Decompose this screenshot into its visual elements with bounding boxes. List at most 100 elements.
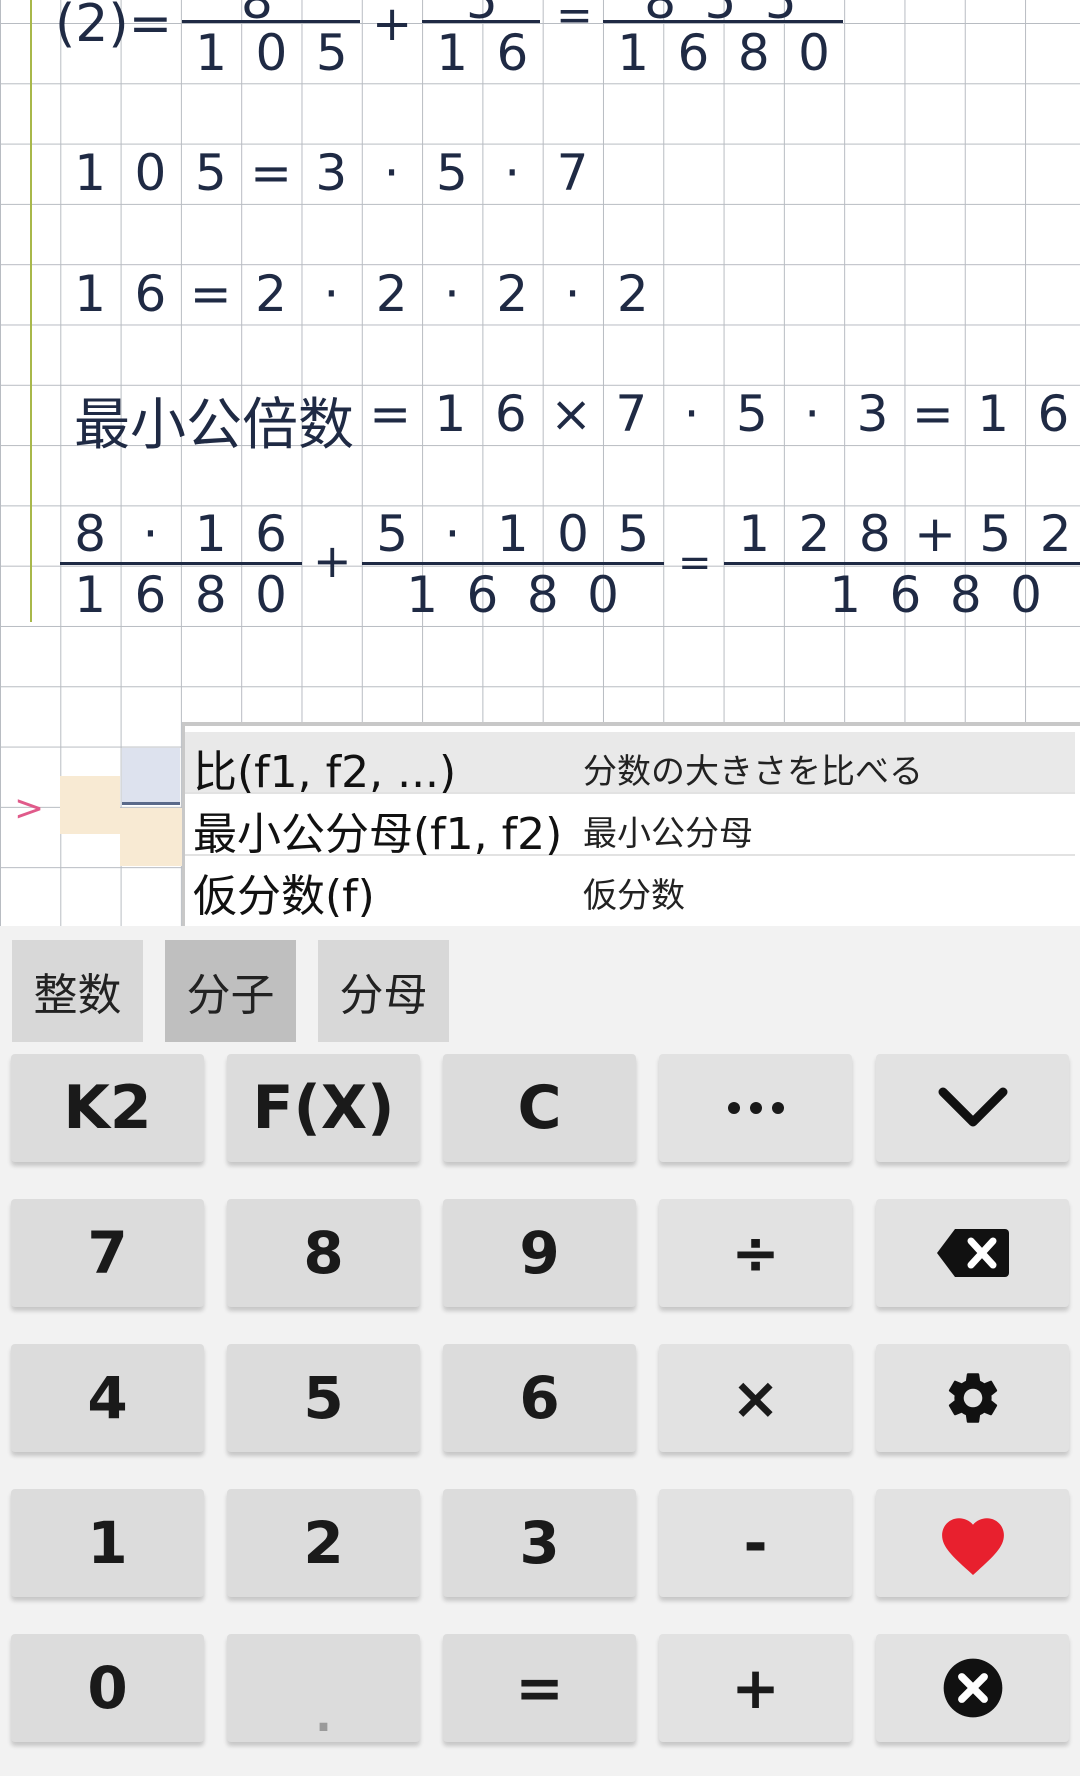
digit: 6 bbox=[889, 566, 922, 624]
symbol: 1 bbox=[738, 505, 771, 563]
line1-frac1-den: 105 bbox=[181, 24, 362, 82]
digit-1-key[interactable]: 1 bbox=[11, 1489, 204, 1597]
multiply-key[interactable]: × bbox=[659, 1344, 852, 1452]
digit: 1 bbox=[406, 566, 439, 624]
digit: 1 bbox=[617, 24, 650, 82]
symbol: 6 bbox=[134, 265, 167, 323]
margin-line bbox=[30, 0, 32, 622]
symbol: · bbox=[443, 265, 460, 323]
suggestion-description: 最小公分母 bbox=[583, 814, 753, 854]
symbol: · bbox=[444, 505, 461, 563]
symbol: 1 bbox=[74, 144, 107, 202]
digit-8-key[interactable]: 8 bbox=[227, 1199, 420, 1307]
digit: 0 bbox=[255, 566, 287, 624]
chip-denominator[interactable]: 分母 bbox=[318, 940, 449, 1042]
backspace-key[interactable] bbox=[876, 1199, 1069, 1307]
suggestion-function: 仮分数(f) bbox=[193, 871, 375, 922]
digit-3-key[interactable]: 3 bbox=[443, 1489, 636, 1597]
input-prompt-icon: > bbox=[14, 788, 45, 829]
digit: 8 bbox=[737, 24, 770, 82]
suggestion-ratio[interactable]: 比(f1, f2, ...) 分数の大きさを比べる bbox=[185, 732, 1075, 798]
line5-frac3-num: 1 2 8 +5 2 bbox=[724, 505, 1080, 563]
more-key[interactable] bbox=[659, 1054, 852, 1162]
divide-key[interactable]: ÷ bbox=[659, 1199, 852, 1307]
symbol: 5 bbox=[736, 385, 768, 443]
settings-key[interactable] bbox=[876, 1344, 1069, 1452]
symbol: 0 bbox=[557, 505, 589, 563]
symbol: · bbox=[323, 265, 340, 323]
digit-6-key[interactable]: 6 bbox=[443, 1344, 636, 1452]
suggestion-lcd[interactable]: 最小公分母(f1, f2) 最小公分母 bbox=[185, 794, 1075, 860]
line5-plus: + bbox=[313, 534, 352, 588]
line5-frac2-bar bbox=[362, 562, 664, 565]
line5-frac2-num: 5 · 1 0 5 bbox=[362, 505, 663, 563]
line1-eq: = bbox=[556, 0, 593, 41]
backspace-icon bbox=[936, 1229, 1009, 1277]
digit-7-key[interactable]: 7 bbox=[11, 1199, 204, 1307]
decimal-point-key[interactable]: . bbox=[227, 1634, 420, 1742]
digit-5-key[interactable]: 5 bbox=[227, 1344, 420, 1452]
line1-res-bar bbox=[603, 20, 843, 23]
symbol: 1 bbox=[496, 505, 529, 563]
line4-label: 最小公倍数 bbox=[74, 393, 354, 458]
digit: 5 bbox=[315, 24, 348, 82]
chip-numerator[interactable]: 分子 bbox=[165, 940, 296, 1042]
symbol: · bbox=[564, 265, 581, 323]
input-cell-highlight bbox=[120, 808, 182, 866]
symbol: = bbox=[189, 265, 232, 323]
minus-key[interactable]: - bbox=[659, 1489, 852, 1597]
digit-2-key[interactable]: 2 bbox=[227, 1489, 420, 1597]
digit: 6 bbox=[677, 24, 710, 82]
symbol: 1 bbox=[194, 505, 227, 563]
symbol: · bbox=[504, 144, 521, 202]
symbol: 7 bbox=[615, 385, 648, 443]
digit: 0 bbox=[255, 24, 288, 82]
equals-key[interactable]: = bbox=[443, 1634, 636, 1742]
symbol: 7 bbox=[556, 144, 589, 202]
digit-9-key[interactable]: 9 bbox=[443, 1199, 636, 1307]
symbol: = bbox=[369, 385, 412, 443]
symbol: 2 bbox=[1039, 505, 1072, 563]
symbol: 5 bbox=[979, 505, 1012, 563]
gear-icon bbox=[948, 1373, 997, 1423]
digit: 1 bbox=[436, 24, 469, 82]
symbol: + bbox=[914, 505, 956, 563]
clear-key[interactable]: C bbox=[443, 1054, 636, 1162]
digit-4-key[interactable]: 4 bbox=[11, 1344, 204, 1452]
symbol: 8 bbox=[858, 505, 891, 563]
k2-key[interactable]: K2 bbox=[11, 1054, 204, 1162]
active-input-cell[interactable] bbox=[122, 748, 180, 805]
suggestion-improper-fraction[interactable]: 仮分数(f) 仮分数 bbox=[185, 856, 1075, 922]
line4-expression: = 1 6 × 7 · 5 · 3 = 1 6 bbox=[360, 385, 1080, 443]
symbol: 2 bbox=[496, 265, 529, 323]
suggestion-function: 比(f1, f2, ...) bbox=[193, 747, 457, 798]
line5-frac3-bar bbox=[724, 562, 1080, 565]
symbol: = bbox=[911, 385, 954, 443]
close-key[interactable] bbox=[876, 1634, 1069, 1742]
symbol: 1 bbox=[434, 385, 467, 443]
chip-integer[interactable]: 整数 bbox=[12, 940, 143, 1042]
suggestion-description: 仮分数 bbox=[583, 876, 685, 916]
symbol: 6 bbox=[255, 505, 287, 563]
line1-frac2-bar bbox=[422, 20, 540, 23]
digit: 6 bbox=[496, 24, 529, 82]
line5-frac1-num: 8 · 1 6 bbox=[60, 505, 301, 563]
fx-key[interactable]: F(X) bbox=[227, 1054, 420, 1162]
symbol: 5 bbox=[194, 144, 227, 202]
plus-key[interactable]: + bbox=[659, 1634, 852, 1742]
collapse-keyboard-key[interactable] bbox=[876, 1054, 1069, 1162]
input-row[interactable] bbox=[60, 776, 120, 834]
more-icon bbox=[727, 1102, 784, 1114]
line3-expression: 1 6 = 2 · 2 · 2 · 2 bbox=[60, 265, 663, 323]
symbol: · bbox=[142, 505, 159, 563]
symbol: 8 bbox=[74, 505, 107, 563]
line1-plus: + bbox=[372, 0, 413, 52]
symbol: 5 bbox=[376, 505, 409, 563]
favorite-key[interactable] bbox=[876, 1489, 1069, 1597]
digit-0-key[interactable]: 0 bbox=[11, 1634, 204, 1742]
digit: 6 bbox=[134, 566, 167, 624]
function-suggestion-popup: 比(f1, f2, ...) 分数の大きさを比べる 最小公分母(f1, f2) … bbox=[182, 722, 1080, 930]
symbol: · bbox=[683, 385, 700, 443]
line1-frac2-den: 16 bbox=[422, 24, 543, 82]
calculator-keyboard: 整数 分子 分母 K2 F(X) C 7 8 9 ÷ 4 5 6 × 1 2 3… bbox=[0, 926, 1080, 1776]
